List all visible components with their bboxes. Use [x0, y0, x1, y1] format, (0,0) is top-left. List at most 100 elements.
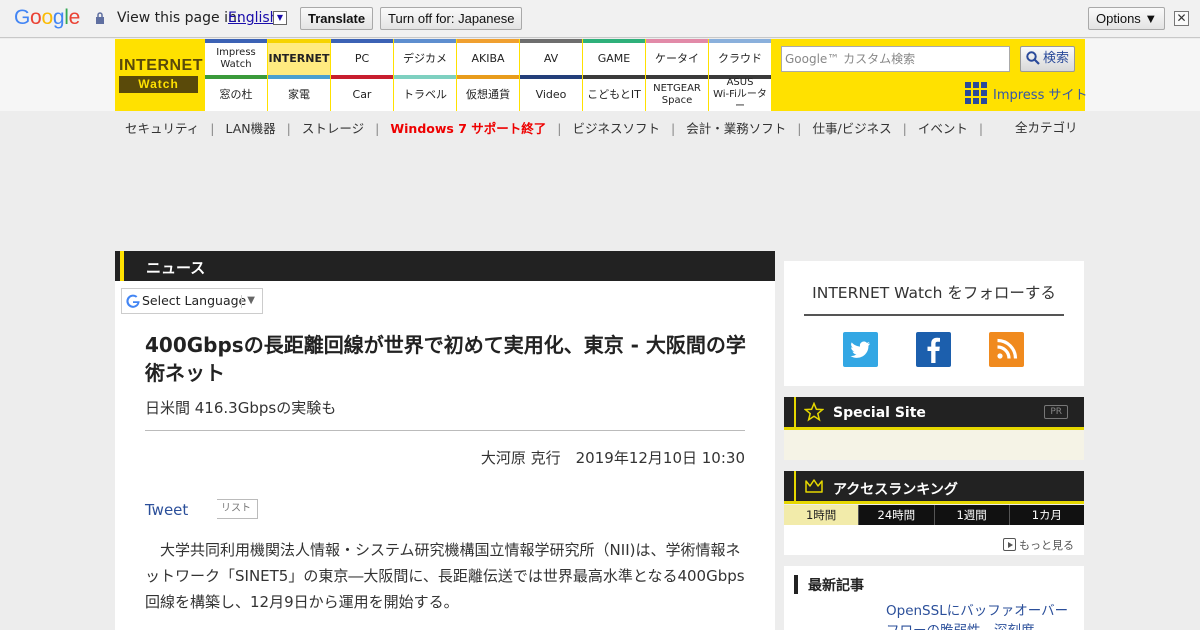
google-logo: Google: [14, 6, 80, 29]
nav-item-2-3[interactable]: トラベル: [394, 75, 456, 111]
article-headline: 400Gbpsの長距離回線が世界で初めて実用化、東京 - 大阪間の学術ネット: [145, 333, 746, 385]
section-header: ニュース: [115, 251, 775, 281]
category-link[interactable]: 仕事/ビジネス: [812, 118, 891, 137]
site-header: INTERNET Watch Impress Watch INTERNET PC デジ…: [0, 39, 1200, 112]
nav-item-2-4[interactable]: 仮想通貨: [457, 75, 519, 111]
special-site-body: [784, 430, 1084, 460]
category-separator: |: [557, 121, 562, 136]
article: Select Language ▼ 400Gbpsの長距離回線が世界で初めて実用…: [115, 281, 775, 630]
more-box: もっと見る: [784, 525, 1084, 555]
nav-item-2-5[interactable]: Video: [520, 75, 582, 111]
follow-box: INTERNET Watch をフォローする: [784, 261, 1084, 386]
nav-item-2-6[interactable]: こどもとIT: [583, 75, 645, 111]
translate-prompt: View this page in:: [117, 10, 242, 26]
search-icon: [1026, 51, 1040, 65]
more-link[interactable]: もっと見る: [1003, 537, 1074, 553]
logo-top: INTERNET: [119, 57, 203, 74]
select-language-dropdown[interactable]: Select Language ▼: [121, 288, 263, 314]
logo-bottom: Watch: [119, 76, 198, 93]
search-button-label: 検索: [1043, 51, 1070, 66]
grid-icon: [965, 82, 987, 104]
close-icon[interactable]: ✕: [1174, 11, 1189, 26]
category-link[interactable]: LAN機器: [225, 118, 275, 137]
ranking-title: アクセスランキング: [833, 482, 958, 498]
crown-icon: [805, 479, 823, 493]
turn-off-button[interactable]: Turn off for: Japanese: [380, 7, 523, 30]
facebook-icon[interactable]: [916, 332, 951, 367]
google-g-icon: [126, 294, 140, 308]
impress-site-link[interactable]: Impress サイト: [965, 82, 1088, 104]
select-language-label: Select Language: [142, 293, 247, 308]
ranking-header: アクセスランキング: [784, 471, 1084, 504]
category-separator: |: [210, 121, 215, 136]
category-separator: |: [902, 121, 907, 136]
article-subhead: 日米間 416.3Gbpsの実験も: [145, 399, 337, 417]
nav-item-2-0[interactable]: 窓の杜: [205, 75, 267, 111]
section-title: ニュース: [146, 259, 206, 277]
category-separator: |: [286, 121, 291, 136]
nav-item-1-6[interactable]: GAME: [583, 39, 645, 75]
nav-item-1-3[interactable]: デジカメ: [394, 39, 456, 75]
nav-item-2-1[interactable]: 家電: [268, 75, 330, 111]
category-link[interactable]: Windows 7 サポート終了: [390, 118, 546, 137]
article-byline: 大河原 克行 2019年12月10日 10:30: [480, 449, 745, 467]
translate-button[interactable]: Translate: [300, 7, 374, 30]
ranking-tab[interactable]: 1カ月: [1008, 505, 1084, 525]
site-logo[interactable]: INTERNET Watch: [119, 57, 203, 93]
section-accent: [120, 251, 124, 281]
category-link[interactable]: ビジネスソフト: [572, 118, 660, 137]
category-nav: セキュリティ | LAN機器 | ストレージ | Windows 7 サポート終了 | ビジネス…: [125, 118, 994, 137]
category-separator: |: [978, 121, 984, 136]
category-link[interactable]: イベント: [918, 118, 968, 137]
divider: [145, 430, 745, 431]
nav-item-1-1[interactable]: INTERNET: [268, 39, 330, 75]
search-button[interactable]: 検索: [1020, 46, 1075, 72]
search-input[interactable]: Google™ カスタム検索: [781, 46, 1010, 72]
options-button[interactable]: Options ▼: [1088, 7, 1166, 30]
category-link[interactable]: セキュリティ: [125, 118, 199, 137]
ranking-accent: [794, 471, 796, 501]
play-icon: [1003, 538, 1016, 551]
twitter-icon[interactable]: [843, 332, 878, 367]
special-site-header: Special Site PR: [784, 397, 1084, 430]
translate-bar: Google View this page in: English ▼ Tran…: [0, 0, 1200, 38]
list-button[interactable]: リスト: [217, 499, 258, 519]
nav-item-1-7[interactable]: ケータイ: [646, 39, 708, 75]
category-separator: |: [670, 121, 676, 136]
language-link[interactable]: English: [228, 10, 279, 26]
nav-item-1-5[interactable]: AV: [520, 39, 582, 75]
lock-icon: [96, 12, 104, 24]
nav-item-1-8[interactable]: クラウド: [709, 39, 771, 75]
special-site-title: Special Site: [833, 405, 926, 421]
impress-site-label: Impress サイト: [993, 88, 1088, 103]
site-nav: Impress Watch INTERNET PC デジカメ AKIBA AV GAME ケー…: [205, 39, 771, 112]
latest-item[interactable]: OpenSSLにバッファオーバーフローの脆弱性 深刻度: [886, 601, 1071, 630]
special-site-accent: [794, 397, 796, 427]
chevron-down-icon: ▼: [241, 289, 255, 313]
star-icon: [804, 402, 824, 422]
nav-item-2-7[interactable]: NETGEAR Space: [646, 75, 708, 111]
category-link[interactable]: 会計・業務ソフト: [686, 118, 786, 137]
latest-title: 最新記事: [794, 575, 864, 595]
nav-item-1-0[interactable]: Impress Watch: [205, 39, 267, 75]
all-categories-link[interactable]: 全カテゴリ: [1015, 117, 1078, 136]
language-dropdown[interactable]: ▼: [273, 11, 287, 25]
nav-item-2-2[interactable]: Car: [331, 75, 393, 111]
ranking-tab[interactable]: 1時間: [784, 505, 859, 525]
category-separator: |: [375, 121, 380, 136]
latest-articles: 最新記事 OpenSSLにバッファオーバーフローの脆弱性 深刻度: [784, 566, 1084, 630]
nav-item-1-2[interactable]: PC: [331, 39, 393, 75]
ranking-tab[interactable]: 24時間: [858, 505, 933, 525]
tweet-link[interactable]: Tweet: [145, 501, 188, 519]
pr-badge: PR: [1044, 405, 1068, 419]
article-body: 大学共同利用機関法人情報・システム研究機構国立情報学研究所（NII)は、学術情報…: [145, 541, 745, 611]
rss-icon[interactable]: [989, 332, 1024, 367]
ranking-tabs: 1時間 24時間 1週間 1カ月: [784, 505, 1084, 525]
nav-item-1-4[interactable]: AKIBA: [457, 39, 519, 75]
ranking-tab[interactable]: 1週間: [933, 505, 1009, 525]
category-separator: |: [797, 121, 802, 136]
follow-title: INTERNET Watch をフォローする: [804, 281, 1064, 316]
more-label: もっと見る: [1019, 539, 1074, 552]
nav-item-2-8[interactable]: ASUS Wi-Fiルーター: [709, 75, 771, 112]
category-link[interactable]: ストレージ: [302, 118, 364, 137]
